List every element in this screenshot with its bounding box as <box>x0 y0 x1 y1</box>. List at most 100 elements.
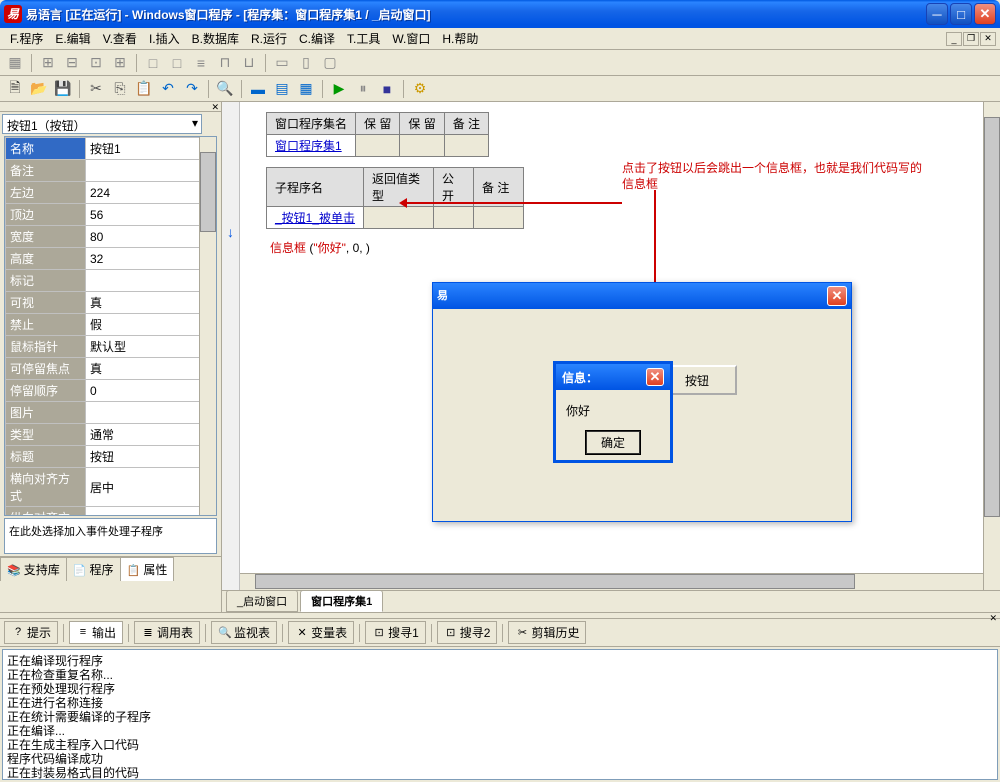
scrollbar-vertical[interactable] <box>199 137 216 515</box>
prop-value[interactable]: 居中 <box>86 507 216 517</box>
redo-icon[interactable]: ↷ <box>181 78 203 100</box>
prop-name[interactable]: 纵向对齐方式 <box>6 507 86 517</box>
tb1-icon[interactable]: ≡ <box>190 52 212 74</box>
sub-name-cell[interactable]: _按钮1_被单击 <box>267 207 364 229</box>
menu-database[interactable]: B.数据库 <box>186 28 245 49</box>
menu-file[interactable]: F.程序 <box>4 28 49 49</box>
bottom-tab[interactable]: 🔍监视表 <box>211 621 277 644</box>
prop-name[interactable]: 标题 <box>6 446 86 468</box>
close-icon[interactable]: ✕ <box>827 286 847 306</box>
output-area[interactable]: 正在编译现行程序正在检查重复名称...正在预处理现行程序正在进行名称连接正在统计… <box>2 649 998 780</box>
tb1-icon[interactable]: ⊓ <box>214 52 236 74</box>
menu-window[interactable]: W.窗口 <box>386 28 436 49</box>
menu-edit[interactable]: E.编辑 <box>49 28 96 49</box>
prop-value[interactable]: 0 <box>86 380 216 402</box>
panel-icon[interactable]: ▦ <box>295 78 317 100</box>
prop-value[interactable]: 真 <box>86 292 216 314</box>
run-icon[interactable]: ▶ <box>328 78 350 100</box>
tb1-icon[interactable]: ▯ <box>295 52 317 74</box>
tab-window-module[interactable]: 窗口程序集1 <box>300 590 383 612</box>
prop-value[interactable]: 32 <box>86 248 216 270</box>
messagebox[interactable]: 信息： ✕ 你好 确定 <box>553 361 673 463</box>
preview-titlebar[interactable]: 易 ✕ <box>433 283 851 309</box>
prop-name[interactable]: 可视 <box>6 292 86 314</box>
prop-name[interactable]: 备注 <box>6 160 86 182</box>
prop-value[interactable] <box>86 402 216 424</box>
property-help[interactable]: 在此处选择加入事件处理子程序 <box>4 518 217 554</box>
prop-value[interactable]: 通常 <box>86 424 216 446</box>
panel-icon[interactable]: ▬ <box>247 78 269 100</box>
code-line[interactable]: 信息框 ("你好", 0, ) <box>270 239 980 256</box>
debug-icon[interactable]: ⚙ <box>409 78 431 100</box>
bottom-tab[interactable]: ⊡搜寻2 <box>437 621 498 644</box>
stop-icon[interactable]: ■ <box>376 78 398 100</box>
menu-view[interactable]: V.查看 <box>97 28 143 49</box>
new-icon[interactable]: 🗎 <box>4 78 26 100</box>
close-icon[interactable]: ✕ <box>646 368 664 386</box>
tb1-icon[interactable]: ▦ <box>4 52 26 74</box>
menu-compile[interactable]: C.编译 <box>293 28 341 49</box>
tab-properties[interactable]: 📋 属性 <box>120 557 175 581</box>
minimize-button[interactable]: ─ <box>926 3 948 25</box>
close-button[interactable]: ✕ <box>974 3 996 25</box>
find-icon[interactable]: 🔍 <box>214 78 236 100</box>
maximize-button[interactable]: □ <box>950 3 972 25</box>
bottom-tab[interactable]: ≡输出 <box>69 621 123 644</box>
mdi-close[interactable]: ✕ <box>980 32 996 46</box>
prop-name[interactable]: 禁止 <box>6 314 86 336</box>
bottom-tab[interactable]: ✕变量表 <box>288 621 354 644</box>
tab-startup-window[interactable]: _启动窗口 <box>226 590 298 612</box>
prop-name[interactable]: 名称 <box>6 138 86 160</box>
prop-name[interactable]: 顶边 <box>6 204 86 226</box>
cut-icon[interactable]: ✂ <box>85 78 107 100</box>
mdi-restore[interactable]: ❐ <box>963 32 979 46</box>
prop-value[interactable]: 224 <box>86 182 216 204</box>
tb1-icon[interactable]: ⊞ <box>37 52 59 74</box>
bottom-tab[interactable]: ≣调用表 <box>134 621 200 644</box>
mdi-minimize[interactable]: _ <box>946 32 962 46</box>
prop-value[interactable]: 默认型 <box>86 336 216 358</box>
save-icon[interactable]: 💾 <box>52 78 74 100</box>
prop-name[interactable]: 左边 <box>6 182 86 204</box>
prop-name[interactable]: 图片 <box>6 402 86 424</box>
open-icon[interactable]: 📂 <box>28 78 50 100</box>
prop-value[interactable]: 按钮1 <box>86 138 216 160</box>
prop-name[interactable]: 宽度 <box>6 226 86 248</box>
prop-name[interactable]: 横向对齐方式 <box>6 468 86 507</box>
tb1-icon[interactable]: ⊟ <box>61 52 83 74</box>
prop-name[interactable]: 标记 <box>6 270 86 292</box>
module-name-cell[interactable]: 窗口程序集1 <box>267 135 356 157</box>
prop-name[interactable]: 停留顺序 <box>6 380 86 402</box>
tb1-icon[interactable]: ⊞ <box>109 52 131 74</box>
prop-name[interactable]: 鼠标指针 <box>6 336 86 358</box>
prop-value[interactable]: 假 <box>86 314 216 336</box>
tb1-icon[interactable]: ⊔ <box>238 52 260 74</box>
object-selector[interactable]: 按钮1（按钮） <box>2 114 202 134</box>
editor-content[interactable]: ↓ 窗口程序集名保 留保 留备 注 窗口程序集1 子程序名返回值类型公开备 注 … <box>222 102 1000 590</box>
scrollbar-horizontal[interactable] <box>240 573 983 590</box>
bottom-tab[interactable]: ✂剪辑历史 <box>508 621 586 644</box>
prop-value[interactable]: 居中 <box>86 468 216 507</box>
property-grid[interactable]: 名称按钮1备注左边224顶边56宽度80高度32标记可视真禁止假鼠标指针默认型可… <box>4 136 217 516</box>
tb1-icon[interactable]: ▭ <box>271 52 293 74</box>
menu-insert[interactable]: I.插入 <box>143 28 186 49</box>
scrollbar-vertical[interactable] <box>983 102 1000 590</box>
preview-window[interactable]: 易 ✕ 按钮 信息： ✕ 你好 确定 <box>432 282 852 522</box>
prop-value[interactable] <box>86 160 216 182</box>
panel-icon[interactable]: ▤ <box>271 78 293 100</box>
prop-value[interactable]: 按钮 <box>86 446 216 468</box>
prop-name[interactable]: 高度 <box>6 248 86 270</box>
panel-close-icon[interactable]: ✕ <box>0 102 221 112</box>
bottom-tab[interactable]: ?提示 <box>4 621 58 644</box>
ok-button[interactable]: 确定 <box>586 431 640 454</box>
menu-run[interactable]: R.运行 <box>245 28 293 49</box>
prop-value[interactable]: 80 <box>86 226 216 248</box>
tb1-icon[interactable]: □ <box>166 52 188 74</box>
prop-name[interactable]: 类型 <box>6 424 86 446</box>
undo-icon[interactable]: ↶ <box>157 78 179 100</box>
menu-help[interactable]: H.帮助 <box>436 28 484 49</box>
tab-program[interactable]: 📄 程序 <box>66 557 121 581</box>
messagebox-titlebar[interactable]: 信息： ✕ <box>556 364 670 390</box>
pause-icon[interactable]: ⏸ <box>352 78 374 100</box>
bottom-tab[interactable]: ⊡搜寻1 <box>365 621 426 644</box>
